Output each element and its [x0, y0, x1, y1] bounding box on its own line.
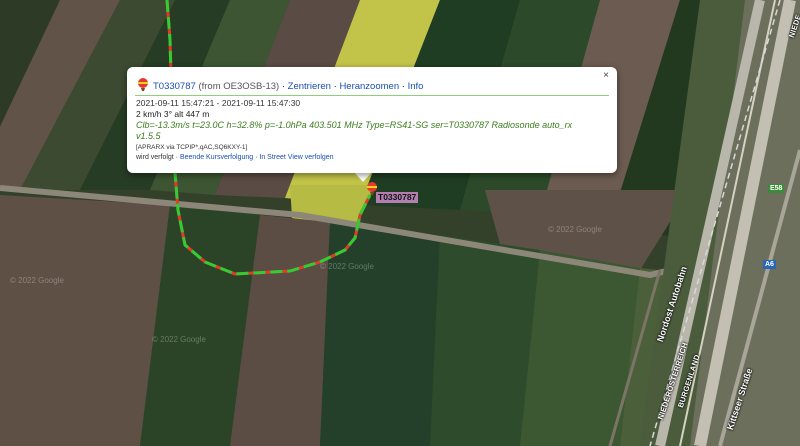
serial-link[interactable]: T0330787 — [153, 81, 196, 92]
stop-tracking-link[interactable]: Beende Kursverfolgung — [180, 154, 253, 161]
aprs-path: [APRARX via TCPIP*,qAC,SQ6KXY-1] — [136, 144, 248, 151]
separator: · — [399, 81, 408, 92]
header-divider — [135, 95, 609, 96]
marker-label[interactable]: T0330787 — [376, 192, 419, 203]
close-icon[interactable]: × — [600, 70, 612, 82]
follow-status: wird verfolgt — [136, 154, 174, 161]
popup-header: T0330787 (from OE3OSB-13) · Zentrieren ·… — [137, 78, 589, 94]
info-popup: T0330787 (from OE3OSB-13) · Zentrieren ·… — [127, 67, 617, 173]
map-watermark: © 2022 Google — [10, 276, 64, 285]
info-link[interactable]: Info — [408, 81, 424, 92]
zoom-in-link[interactable]: Heranzoomen — [339, 81, 399, 92]
popup-tail — [354, 172, 372, 182]
center-link[interactable]: Zentrieren — [288, 81, 331, 92]
map-watermark: © 2022 Google — [152, 335, 206, 344]
street-view-link[interactable]: In Street View verfolgen — [259, 154, 333, 161]
source-station: (from OE3OSB-13) — [198, 81, 280, 92]
map-watermark: © 2022 Google — [320, 262, 374, 271]
time-range: 2021-09-11 15:47:21 - 2021-09-11 15:47:3… — [136, 98, 301, 108]
road-shield-e58: E58 — [768, 184, 785, 193]
speed-altitude: 2 km/h 3° alt 447 m — [136, 109, 210, 119]
telemetry-comment: Clb=-13.3m/s t=23.0C h=32.8% p=-1.0hPa 4… — [136, 120, 573, 141]
follow-line: wird verfolgt · Beende Kursverfolgung · … — [136, 154, 334, 161]
road-shield-a6: A6 — [763, 260, 776, 269]
balloon-icon — [138, 78, 148, 91]
map-watermark: © 2022 Google — [548, 225, 602, 234]
